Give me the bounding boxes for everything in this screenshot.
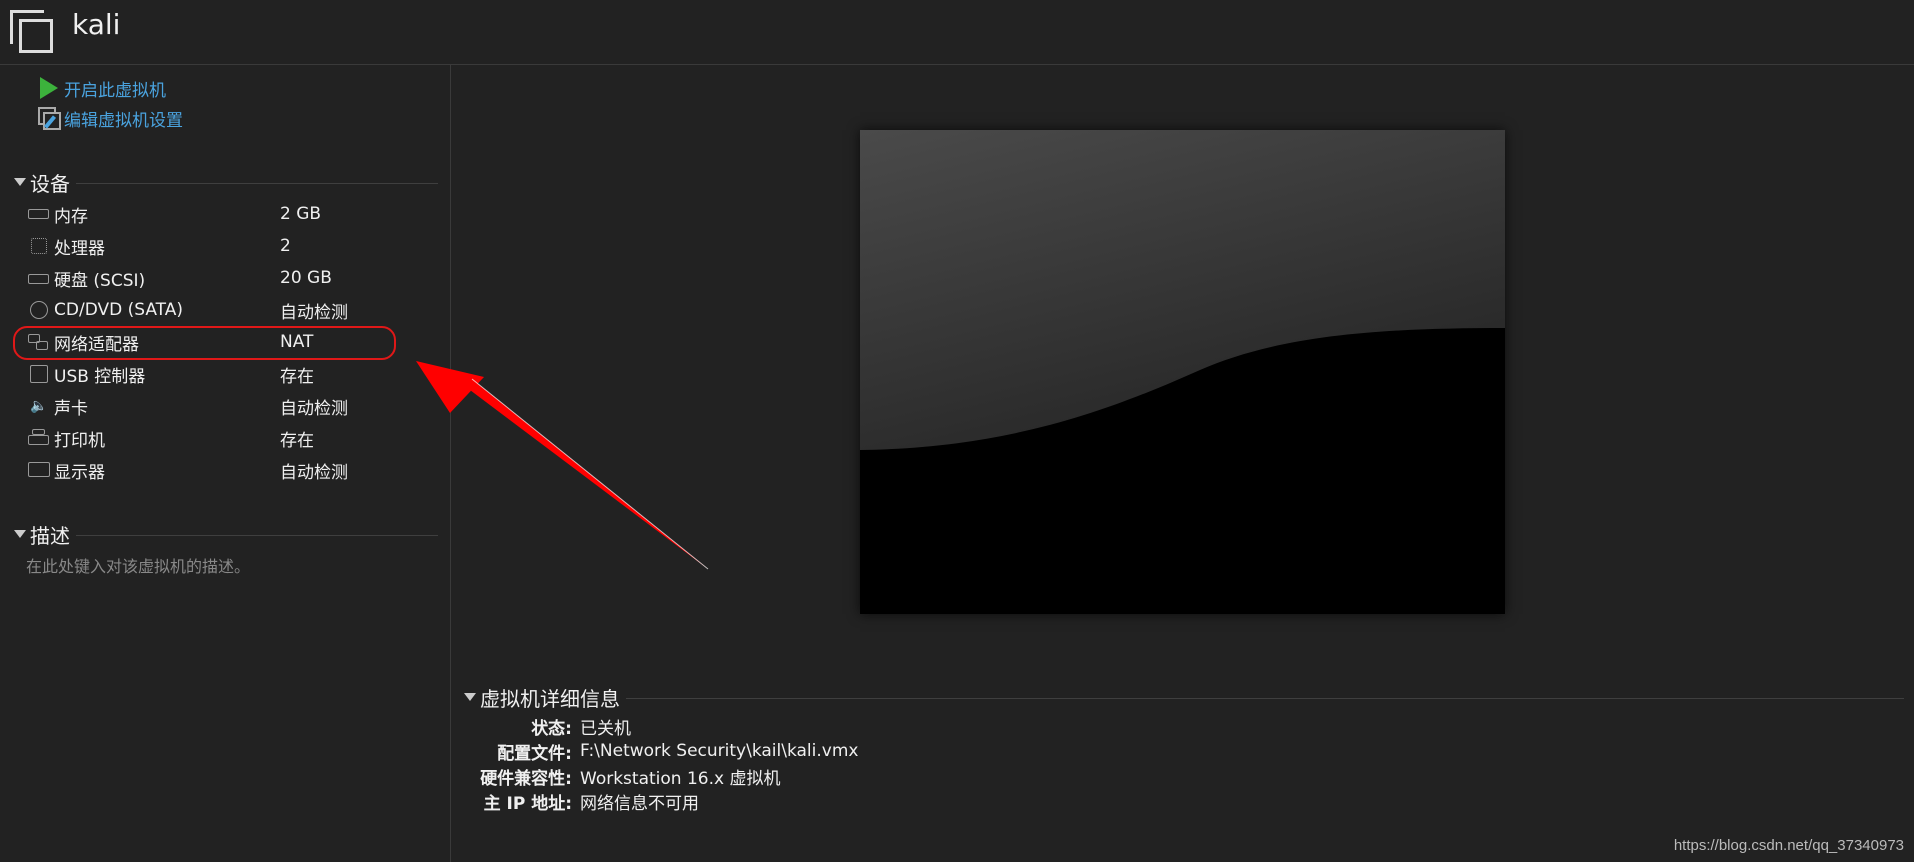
collapse-triangle-icon bbox=[464, 693, 476, 701]
vm-details-section-header[interactable]: 虚拟机详细信息 bbox=[464, 683, 1904, 711]
device-row-memory[interactable]: 内存 2 GB bbox=[28, 201, 408, 227]
divider bbox=[76, 534, 438, 536]
device-row-printer[interactable]: 打印机 存在 bbox=[28, 425, 408, 451]
device-name: 声卡 bbox=[54, 398, 88, 419]
usb-icon bbox=[28, 365, 50, 383]
device-row-processor[interactable]: 处理器 2 bbox=[28, 233, 408, 259]
edit-vm-settings-label: 编辑虚拟机设置 bbox=[64, 110, 183, 131]
detail-value: F:\Network Security\kail\kali.vmx bbox=[580, 741, 859, 761]
collapse-triangle-icon bbox=[14, 530, 26, 538]
description-heading: 描述 bbox=[30, 523, 70, 548]
cpu-icon bbox=[28, 237, 50, 255]
title-bar: kali bbox=[0, 0, 1914, 65]
collapse-triangle-icon bbox=[14, 178, 26, 186]
device-row-usb-controller[interactable]: USB 控制器 存在 bbox=[28, 361, 408, 387]
detail-key: 主 IP 地址: bbox=[483, 793, 572, 814]
device-value: 2 bbox=[280, 236, 291, 256]
detail-row-hardware-compatibility: 硬件兼容性: Workstation 16.x 虚拟机 bbox=[470, 764, 1270, 789]
vm-screen-thumbnail[interactable] bbox=[860, 130, 1505, 614]
device-value: 存在 bbox=[280, 366, 314, 387]
device-row-hard-disk[interactable]: 硬盘 (SCSI) 20 GB bbox=[28, 265, 408, 291]
detail-key: 硬件兼容性: bbox=[480, 768, 572, 789]
device-name: 处理器 bbox=[54, 238, 105, 259]
device-name: 硬盘 (SCSI) bbox=[54, 270, 146, 291]
power-on-vm-label: 开启此虚拟机 bbox=[64, 80, 166, 101]
vm-title: kali bbox=[72, 8, 121, 41]
device-row-cd-dvd[interactable]: CD/DVD (SATA) 自动检测 bbox=[28, 297, 408, 323]
description-section-header[interactable]: 描述 bbox=[14, 520, 438, 548]
device-name: USB 控制器 bbox=[54, 366, 146, 387]
detail-row-config-file: 配置文件: F:\Network Security\kail\kali.vmx bbox=[470, 739, 1270, 764]
hard-disk-icon bbox=[28, 269, 50, 287]
device-value: 存在 bbox=[280, 430, 314, 451]
device-name: 显示器 bbox=[54, 462, 105, 483]
device-row-display[interactable]: 显示器 自动检测 bbox=[28, 457, 408, 483]
detail-key: 配置文件: bbox=[497, 743, 572, 764]
detail-row-state: 状态: 已关机 bbox=[470, 714, 1270, 739]
device-row-sound-card[interactable]: 🔈 声卡 自动检测 bbox=[28, 393, 408, 419]
detail-value: Workstation 16.x 虚拟机 bbox=[580, 768, 781, 789]
sound-card-icon: 🔈 bbox=[30, 398, 48, 414]
edit-settings-icon bbox=[38, 107, 61, 130]
device-value: 自动检测 bbox=[280, 398, 348, 419]
description-field[interactable]: 在此处键入对该虚拟机的描述。 bbox=[26, 553, 250, 577]
device-name: 打印机 bbox=[54, 430, 105, 451]
edit-vm-settings-link[interactable]: 编辑虚拟机设置 bbox=[38, 105, 183, 131]
vm-icon bbox=[10, 10, 54, 54]
device-value: 自动检测 bbox=[280, 302, 348, 323]
cd-dvd-icon bbox=[28, 301, 50, 319]
device-value: 2 GB bbox=[280, 204, 322, 224]
watermark-url: https://blog.csdn.net/qq_37340973 bbox=[1673, 837, 1904, 854]
detail-key: 状态: bbox=[531, 718, 572, 739]
device-name: 内存 bbox=[54, 206, 88, 227]
display-icon bbox=[28, 461, 50, 479]
play-icon bbox=[38, 77, 60, 99]
printer-icon bbox=[28, 429, 50, 447]
network-adapter-highlight-annotation bbox=[13, 326, 396, 360]
vm-details-heading: 虚拟机详细信息 bbox=[480, 686, 620, 711]
detail-value: 网络信息不可用 bbox=[580, 793, 699, 814]
device-name: CD/DVD (SATA) bbox=[54, 300, 183, 320]
devices-heading: 设备 bbox=[30, 171, 70, 196]
divider bbox=[626, 697, 1904, 699]
detail-value: 已关机 bbox=[580, 718, 631, 739]
detail-row-primary-ip: 主 IP 地址: 网络信息不可用 bbox=[470, 789, 1270, 814]
power-on-vm-link[interactable]: 开启此虚拟机 bbox=[38, 75, 166, 101]
memory-icon bbox=[28, 205, 50, 223]
divider bbox=[76, 182, 438, 184]
red-arrow-annotation bbox=[416, 361, 709, 570]
device-value: 自动检测 bbox=[280, 462, 348, 483]
device-value: 20 GB bbox=[280, 268, 332, 288]
devices-section-header[interactable]: 设备 bbox=[14, 168, 438, 196]
